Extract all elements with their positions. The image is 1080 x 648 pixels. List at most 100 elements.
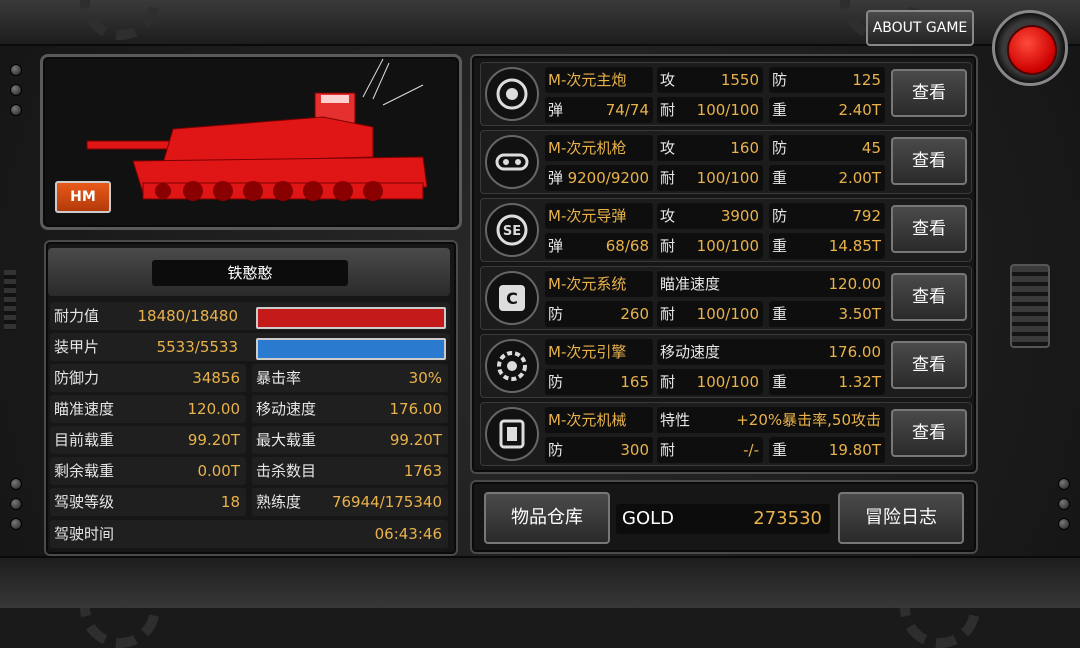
stat-value: 30% xyxy=(408,369,442,387)
equipment-stat: 攻 3900 xyxy=(657,203,763,229)
equipment-panel: M-次元主炮 攻 1550 防 125 弹 74/74 耐 100/100 重 2.40T… xyxy=(470,54,978,474)
stat-label: 防御力 xyxy=(54,369,100,387)
gear-decoration xyxy=(80,568,160,648)
equipment-stat: 耐 100/100 xyxy=(657,369,763,395)
stat-cell: 击杀数目 1763 xyxy=(252,457,448,485)
bolt-icon xyxy=(10,64,22,76)
equipment-stat: 耐 100/100 xyxy=(657,165,763,191)
equipment-stat: 耐 -/- xyxy=(657,437,763,463)
equipment-stat: 弹 9200/9200 xyxy=(545,165,653,191)
hp-label: 耐力值 xyxy=(54,307,100,325)
bolt-icon xyxy=(10,518,22,530)
drive-time-label: 驾驶时间 xyxy=(54,525,115,543)
equipment-item: C M-次元系统 瞄准速度 120.00 防 260 耐 100/100 重 3.50T… xyxy=(480,266,972,330)
hp-bar xyxy=(256,307,446,329)
equipment-item: M-次元机枪 攻 160 防 45 弹 9200/9200 耐 100/100 重 2.0… xyxy=(480,130,972,194)
stat-cell: 暴击率 30% xyxy=(252,364,448,392)
equipment-stat: 耐 100/100 xyxy=(657,97,763,123)
hp-row: 耐力值 18480/18480 xyxy=(50,302,450,330)
hp-value: 18480/18480 xyxy=(137,307,239,325)
equipment-stat: 防 792 xyxy=(769,203,885,229)
equipment-stat: 重 1.32T xyxy=(769,369,885,395)
equipment-stat: 重 19.80T xyxy=(769,437,885,463)
equipment-stat: 特性 +20%暴击率,50攻击 xyxy=(657,407,885,433)
view-button[interactable]: 查看 xyxy=(891,341,967,389)
equipment-stat: 重 2.40T xyxy=(769,97,885,123)
equipment-stat: 攻 1550 xyxy=(657,67,763,93)
bolt-icon xyxy=(10,498,22,510)
stat-value: 99.20T xyxy=(389,431,442,449)
bolt-icon xyxy=(1058,518,1070,530)
stat-value: 0.00T xyxy=(197,462,240,480)
stat-label: 瞄准速度 xyxy=(54,400,115,418)
equipment-stat: 防 165 xyxy=(545,369,653,395)
equipment-stat: 攻 160 xyxy=(657,135,763,161)
drive-time-row: 驾驶时间 06:43:46 xyxy=(50,520,448,548)
view-button[interactable]: 查看 xyxy=(891,205,967,253)
equipment-name: M-次元导弹 xyxy=(545,203,653,229)
equipment-stat: 防 260 xyxy=(545,301,653,327)
equipment-stat: 重 3.50T xyxy=(769,301,885,327)
equipment-stat: 防 45 xyxy=(769,135,885,161)
equipment-stat: 移动速度 176.00 xyxy=(657,339,885,365)
equipment-item: M-次元机械 特性 +20%暴击率,50攻击 防 300 耐 -/- 重 19.80T … xyxy=(480,402,972,466)
equipment-name: M-次元系统 xyxy=(545,271,653,297)
equipment-stat: 重 14.85T xyxy=(769,233,885,259)
stat-value: 18 xyxy=(220,493,240,511)
view-button[interactable]: 查看 xyxy=(891,273,967,321)
machinegun-icon xyxy=(485,135,539,189)
stat-cell: 目前载重 99.20T xyxy=(50,426,246,454)
stat-value: 176.00 xyxy=(389,400,443,418)
view-button[interactable]: 查看 xyxy=(891,409,967,457)
stat-label: 熟练度 xyxy=(256,493,302,511)
system-c-icon: C xyxy=(485,271,539,325)
stat-label: 暴击率 xyxy=(256,369,302,387)
equipment-name: M-次元机械 xyxy=(545,407,653,433)
view-button[interactable]: 查看 xyxy=(891,69,967,117)
stat-label: 最大载重 xyxy=(256,431,317,449)
stat-label: 剩余载重 xyxy=(54,462,115,480)
gold-display: GOLD 273530 xyxy=(616,504,830,534)
side-grille xyxy=(4,270,16,330)
bottom-bar: 物品仓库 GOLD 273530 冒险日志 xyxy=(470,480,978,554)
stat-label: 击杀数目 xyxy=(256,462,317,480)
missile-se-icon: SE xyxy=(485,203,539,257)
stat-value: 1763 xyxy=(403,462,442,480)
name-bar: 铁憨憨 xyxy=(48,248,450,296)
about-game-button[interactable]: ABOUT GAME xyxy=(866,10,974,46)
gold-value: 273530 xyxy=(753,508,822,529)
equipment-stat: 重 2.00T xyxy=(769,165,885,191)
bolt-icon xyxy=(10,478,22,490)
tank-tag-badge: HM xyxy=(55,181,111,213)
equipment-stat: 瞄准速度 120.00 xyxy=(657,271,885,297)
equipment-stat: 耐 100/100 xyxy=(657,233,763,259)
stat-label: 目前载重 xyxy=(54,431,115,449)
adventure-log-button[interactable]: 冒险日志 xyxy=(838,492,964,544)
side-grille xyxy=(1010,264,1050,348)
stat-value: 34856 xyxy=(192,369,240,387)
stat-cell: 熟练度 76944/175340 xyxy=(252,488,448,516)
stat-cell: 驾驶等级 18 xyxy=(50,488,246,516)
inventory-button[interactable]: 物品仓库 xyxy=(484,492,610,544)
equipment-item: M-次元引擎 移动速度 176.00 防 165 耐 100/100 重 1.32T 查… xyxy=(480,334,972,398)
equipment-stat: 防 125 xyxy=(769,67,885,93)
equipment-stat: 弹 74/74 xyxy=(545,97,653,123)
drive-time-value: 06:43:46 xyxy=(374,525,442,543)
red-close-button[interactable] xyxy=(992,10,1068,86)
bolt-icon xyxy=(1058,478,1070,490)
view-button[interactable]: 查看 xyxy=(891,137,967,185)
stat-value: 120.00 xyxy=(187,400,241,418)
armor-row: 装甲片 5533/5533 xyxy=(50,333,450,361)
armor-label: 装甲片 xyxy=(54,338,100,356)
bolt-icon xyxy=(10,104,22,116)
gear-decoration xyxy=(900,568,980,648)
stat-value: 99.20T xyxy=(187,431,240,449)
stat-label: 移动速度 xyxy=(256,400,317,418)
stat-cell: 移动速度 176.00 xyxy=(252,395,448,423)
gold-label: GOLD xyxy=(622,508,675,529)
gear-decoration xyxy=(80,0,160,40)
stat-value: 76944/175340 xyxy=(331,493,442,511)
equipment-name: M-次元主炮 xyxy=(545,67,653,93)
red-button-icon xyxy=(1007,25,1057,75)
stat-cell: 剩余载重 0.00T xyxy=(50,457,246,485)
